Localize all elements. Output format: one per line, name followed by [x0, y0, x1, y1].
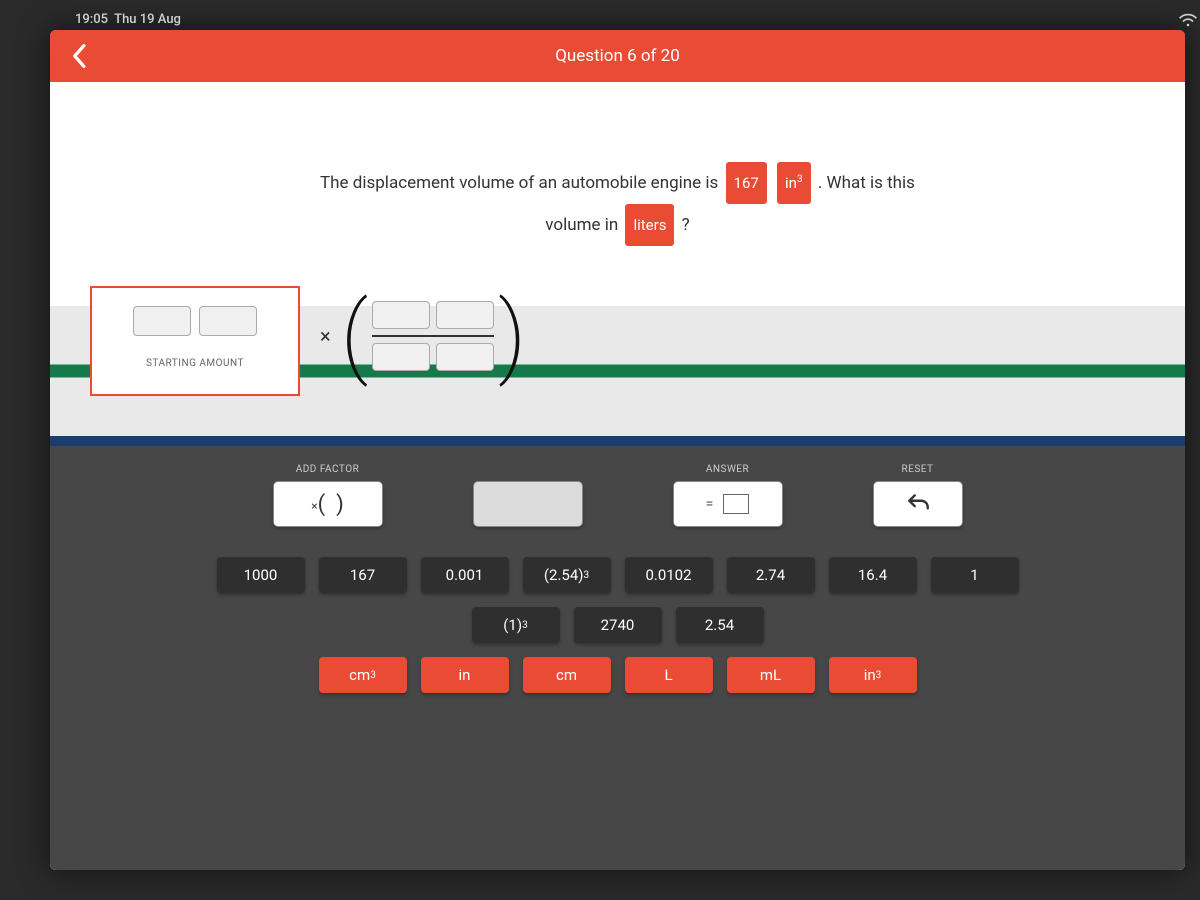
fraction — [368, 301, 498, 371]
unit-tile-in[interactable]: in3 — [829, 657, 917, 693]
denominator-unit-slot[interactable] — [436, 343, 494, 371]
answer-box-icon — [723, 494, 749, 514]
number-tile-2.54[interactable]: (2.54)3 — [523, 557, 611, 593]
question-text: The displacement volume of an automobile… — [50, 82, 1185, 286]
starting-amount-box[interactable]: STARTING AMOUNT — [90, 286, 300, 396]
blank-tile-button[interactable] — [473, 481, 583, 527]
work-strip: STARTING AMOUNT × ( ) — [50, 306, 1185, 436]
reset-button[interactable] — [873, 481, 963, 527]
unit-tile-L[interactable]: L — [625, 657, 713, 693]
chip-target: liters — [625, 204, 674, 246]
numerator-value-slot[interactable] — [372, 301, 430, 329]
app-window: Question 6 of 20 The displacement volume… — [50, 30, 1185, 870]
conversion-factor: × ( ) — [320, 291, 526, 381]
number-tile-1[interactable]: 1 — [931, 557, 1019, 593]
undo-icon — [905, 491, 931, 517]
number-tile-2740[interactable]: 2740 — [574, 607, 662, 643]
number-tile-0.001[interactable]: 0.001 — [421, 557, 509, 593]
paren-close-icon: ) — [498, 291, 526, 381]
chip-value: 167 — [726, 162, 767, 204]
number-tile-2.54[interactable]: 2.54 — [676, 607, 764, 643]
multiply-icon: × — [320, 324, 331, 348]
add-factor-button[interactable]: ×( ) — [273, 481, 383, 527]
add-factor-label: ADD FACTOR — [296, 464, 360, 475]
back-button[interactable] — [60, 30, 100, 82]
answer-label: ANSWER — [706, 464, 749, 475]
status-date: Thu 19 Aug — [114, 12, 181, 27]
tile-rows: 1000 167 0.001 (2.54)3 0.0102 2.74 16.4 1 (1)3 2… — [80, 557, 1155, 693]
number-tile-2.74[interactable]: 2.74 — [727, 557, 815, 593]
unit-tile-cm[interactable]: cm3 — [319, 657, 407, 693]
starting-unit-slot[interactable] — [199, 306, 257, 336]
answer-button[interactable]: = — [673, 481, 783, 527]
number-tile-row-1: 1000 167 0.001 (2.54)3 0.0102 2.74 16.4 1 — [217, 557, 1019, 593]
wifi-icon — [1178, 12, 1198, 32]
header-bar: Question 6 of 20 — [50, 30, 1185, 82]
page-title: Question 6 of 20 — [555, 46, 680, 66]
status-bar: 19:05 Thu 19 Aug — [75, 12, 181, 27]
tool-panel: ADD FACTOR ×( ) ANSWER = — [50, 436, 1185, 870]
starting-value-slot[interactable] — [133, 306, 191, 336]
unit-tile-cm[interactable]: cm — [523, 657, 611, 693]
chip-unit: in3 — [777, 162, 811, 204]
number-tile-row-2: (1)3 2740 2.54 — [472, 607, 764, 643]
unit-tile-mL[interactable]: mL — [727, 657, 815, 693]
number-tile-167[interactable]: 167 — [319, 557, 407, 593]
denominator-value-slot[interactable] — [372, 343, 430, 371]
unit-tile-row: cm3 incm LmL in3 — [319, 657, 917, 693]
fraction-bar — [372, 335, 494, 337]
number-tile-1[interactable]: (1)3 — [472, 607, 560, 643]
paren-open-icon: ( — [341, 291, 368, 381]
starting-amount-label: STARTING AMOUNT — [146, 358, 244, 369]
status-time: 19:05 — [75, 12, 108, 27]
number-tile-16.4[interactable]: 16.4 — [829, 557, 917, 593]
number-tile-0.0102[interactable]: 0.0102 — [625, 557, 713, 593]
equals-icon: = — [706, 496, 714, 512]
unit-tile-in[interactable]: in — [421, 657, 509, 693]
reset-label: RESET — [901, 464, 933, 475]
content-area: The displacement volume of an automobile… — [50, 82, 1185, 870]
numerator-unit-slot[interactable] — [436, 301, 494, 329]
number-tile-1000[interactable]: 1000 — [217, 557, 305, 593]
